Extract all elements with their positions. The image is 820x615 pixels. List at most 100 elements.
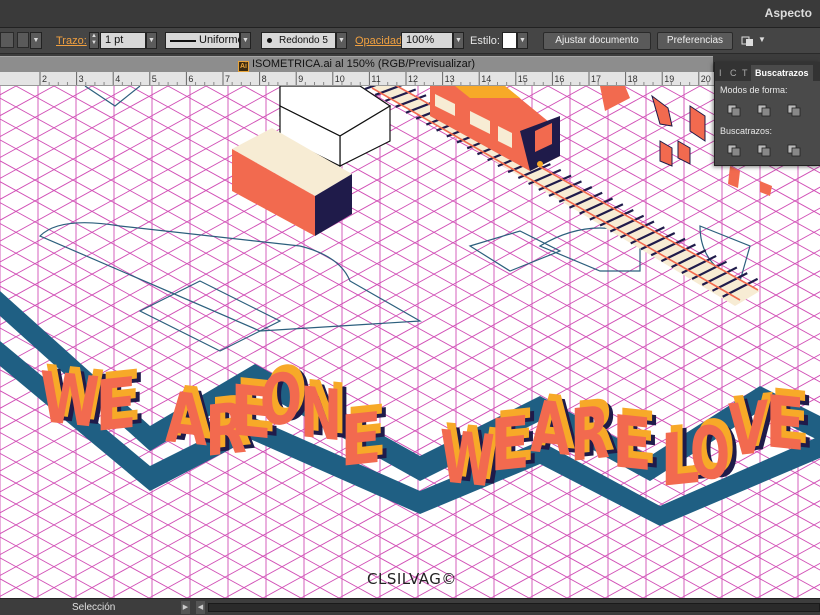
arrange-icon[interactable] bbox=[741, 34, 755, 48]
guide-outlines bbox=[38, 86, 751, 352]
style-dropdown[interactable]: ▼ bbox=[517, 32, 528, 49]
svg-text:O: O bbox=[260, 357, 302, 443]
document-tab[interactable]: Ai ISOMETRICA.ai al 150% (RGB/Previsualiz… bbox=[0, 56, 713, 72]
ruler-label: 10 bbox=[335, 74, 345, 84]
stroke-label[interactable]: Trazo: bbox=[56, 32, 87, 50]
arrange-dropdown-icon[interactable]: ▼ bbox=[758, 35, 766, 44]
stroke-profile-dropdown[interactable]: ▼ bbox=[240, 32, 251, 49]
ruler-label: 9 bbox=[298, 74, 303, 84]
ruler-label: 2 bbox=[42, 74, 47, 84]
letter-glyph: EEE bbox=[95, 354, 146, 448]
artboard-canvas[interactable]: WWWEEEAAARRREEEOOONNNEEEWWWEEEAAARRREEEL… bbox=[0, 86, 820, 598]
ruler-label: 19 bbox=[664, 74, 674, 84]
trim-icon[interactable] bbox=[757, 144, 771, 157]
pathfinder-panel: I C T Buscatrazos Modos de forma: Buscat… bbox=[714, 62, 820, 166]
workspace-switcher[interactable]: Aspecto bbox=[765, 6, 812, 20]
opacity-field[interactable]: 100% bbox=[401, 32, 453, 49]
letter-glyph: EEE bbox=[612, 394, 661, 488]
fill-swatch-button[interactable] bbox=[0, 32, 14, 48]
svg-text:E: E bbox=[765, 380, 805, 468]
brush-dot-icon bbox=[267, 38, 272, 43]
ruler-label: 8 bbox=[262, 74, 267, 84]
ruler-label: 17 bbox=[591, 74, 601, 84]
svg-text:W: W bbox=[40, 356, 100, 444]
status-tool-field[interactable]: Selección bbox=[0, 601, 180, 614]
stroke-profile-label: Uniforme bbox=[199, 34, 244, 46]
ruler-label: 20 bbox=[701, 74, 711, 84]
merge-icon[interactable] bbox=[787, 144, 801, 157]
ruler-label: 6 bbox=[188, 74, 193, 84]
isometric-grid bbox=[0, 86, 820, 598]
document-tab-bar: Ai ISOMETRICA.ai al 150% (RGB/Previsualiz… bbox=[0, 54, 820, 72]
grid-line bbox=[0, 348, 454, 598]
grid-line bbox=[0, 369, 416, 598]
grid-line bbox=[0, 160, 796, 598]
preferences-button[interactable]: Preferencias bbox=[657, 32, 733, 50]
ai-file-icon: Ai bbox=[237, 61, 249, 72]
panel-tab-transparency[interactable]: T bbox=[742, 65, 748, 81]
shape-modes-label: Modos de forma: bbox=[720, 85, 788, 95]
ruler-label: 7 bbox=[225, 74, 230, 84]
stroke-profile-line bbox=[170, 40, 196, 42]
grid-line bbox=[0, 86, 815, 535]
grid-line bbox=[0, 86, 739, 493]
control-bar: ▼ Trazo: ▲ ▼ 1 pt ▼ Uniforme ▼ Redondo 5 … bbox=[0, 28, 820, 61]
ruler-label: 18 bbox=[628, 74, 638, 84]
svg-text:E: E bbox=[95, 362, 137, 448]
document-title: ISOMETRICA.ai al 150% (RGB/Previsualizar… bbox=[251, 58, 476, 70]
ruler-label: 15 bbox=[518, 74, 528, 84]
minus-front-icon[interactable] bbox=[757, 104, 771, 117]
svg-text:R: R bbox=[570, 391, 610, 479]
letter-glyph: EEE bbox=[765, 374, 814, 468]
letter-glyph: EEE bbox=[340, 389, 391, 483]
status-bar: Selección ▶ ◀ bbox=[0, 598, 820, 615]
ruler-ticks: 23456789101112131415161718192021 bbox=[39, 72, 764, 85]
style-swatch[interactable] bbox=[502, 32, 517, 49]
opacity-label[interactable]: Opacidad: bbox=[355, 32, 405, 50]
stroke-weight-field[interactable]: 1 pt bbox=[100, 32, 146, 49]
ruler-label: 5 bbox=[152, 74, 157, 84]
svg-text:W: W bbox=[440, 415, 495, 505]
isometric-artwork[interactable]: WWWEEE AAARRREEEOOONNNEEE WWWEEE AAARRREEE L… bbox=[0, 86, 820, 598]
horizontal-scrollbar[interactable] bbox=[208, 603, 820, 612]
ruler-label: 14 bbox=[481, 74, 491, 84]
grid-line bbox=[0, 86, 435, 326]
ruler-label: 4 bbox=[115, 74, 120, 84]
scroll-left-arrow[interactable]: ◀ bbox=[196, 601, 205, 614]
status-menu-arrow[interactable]: ▶ bbox=[181, 601, 190, 614]
brush-dropdown[interactable]: ▼ bbox=[336, 32, 347, 49]
stroke-swatch-dropdown[interactable]: ▼ bbox=[30, 32, 42, 49]
style-label: Estilo: bbox=[470, 35, 500, 47]
app-titlebar: Aspecto bbox=[0, 0, 820, 28]
svg-text:E: E bbox=[340, 397, 382, 483]
svg-text:E: E bbox=[490, 401, 530, 489]
panel-tab-align[interactable]: I bbox=[719, 65, 722, 81]
grid-line bbox=[0, 181, 758, 598]
grid-line bbox=[53, 86, 820, 508]
stroke-weight-dropdown[interactable]: ▼ bbox=[146, 32, 157, 49]
stroke-swatch-button[interactable] bbox=[17, 32, 29, 48]
ruler-label: 16 bbox=[554, 74, 564, 84]
divide-icon[interactable] bbox=[727, 144, 741, 157]
panel-tab-pathfinder[interactable]: Buscatrazos bbox=[751, 65, 813, 81]
brush-select[interactable]: Redondo 5 ... bbox=[261, 32, 336, 61]
intersect-icon[interactable] bbox=[787, 104, 801, 117]
svg-text:A: A bbox=[165, 376, 207, 462]
svg-text:V: V bbox=[728, 386, 768, 474]
artist-signature: CLSILVAG© bbox=[367, 570, 457, 588]
unite-icon[interactable] bbox=[727, 104, 741, 117]
svg-text:A: A bbox=[530, 385, 570, 473]
panel-tab-color[interactable]: C bbox=[730, 65, 737, 81]
stroke-weight-stepper[interactable]: ▲ ▼ bbox=[89, 32, 99, 49]
svg-text:E: E bbox=[612, 400, 652, 488]
pathfinders-label: Buscatrazos: bbox=[720, 126, 773, 136]
svg-text:O: O bbox=[690, 410, 730, 498]
ruler-label: 12 bbox=[408, 74, 418, 84]
stroke-profile-select[interactable]: Uniforme bbox=[165, 32, 244, 49]
fit-document-button[interactable]: Ajustar documento bbox=[543, 32, 651, 50]
opacity-dropdown[interactable]: ▼ bbox=[453, 32, 464, 49]
ruler-label: 13 bbox=[445, 74, 455, 84]
ruler-label: 3 bbox=[79, 74, 84, 84]
grid-line bbox=[0, 86, 17, 96]
horizontal-ruler[interactable]: 23456789101112131415161718192021 bbox=[0, 72, 820, 86]
